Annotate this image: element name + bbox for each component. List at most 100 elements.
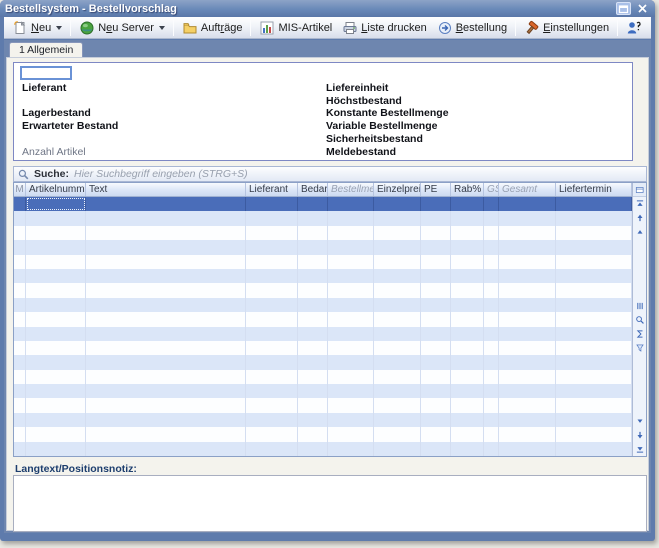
search-bar[interactable]: Suche: Hier Suchbegriff eingeben (STRG+S…: [13, 166, 647, 182]
toolbar-button-mis-artikel[interactable]: MIS-Artikel: [254, 18, 337, 37]
dropdown-caret-icon[interactable]: [56, 26, 62, 30]
grid-cell: [298, 226, 328, 240]
toolbar-button-neu-server[interactable]: Neu Server: [74, 18, 170, 37]
table-row[interactable]: [14, 298, 632, 312]
column-header-gs[interactable]: GS: [484, 183, 499, 196]
table-row[interactable]: [14, 398, 632, 412]
table-row[interactable]: [14, 442, 632, 456]
grid-cell: [421, 255, 451, 269]
table-row[interactable]: [14, 283, 632, 297]
filter-button[interactable]: [634, 342, 646, 354]
grid-header: MArtikelnummerTextLieferantBedarfBestell…: [14, 183, 632, 197]
table-row[interactable]: [14, 427, 632, 441]
table-row[interactable]: [14, 355, 632, 369]
toolbar-button-label: Neu: [31, 22, 51, 34]
grid-cell: [451, 240, 484, 254]
toolbar-button-einstellungen[interactable]: Einstellungen: [519, 18, 614, 37]
grid-cell: [328, 298, 374, 312]
notes-textarea[interactable]: [13, 475, 647, 532]
table-row[interactable]: [14, 413, 632, 427]
grid-cell: [556, 341, 632, 355]
toolbar-button-auftraege[interactable]: Aufträge: [177, 18, 248, 37]
form-label-sicherheitsbestand: Sicherheitsbestand: [326, 133, 423, 145]
title-bar: Bestellsystem - Bestellvorschlag: [0, 0, 655, 17]
table-row[interactable]: [14, 269, 632, 283]
grid-cell: [499, 384, 556, 398]
grid-cell: [484, 312, 499, 326]
table-row[interactable]: [14, 384, 632, 398]
table-row[interactable]: [14, 240, 632, 254]
close-button[interactable]: [635, 2, 650, 15]
grid-cell: [484, 327, 499, 341]
grid-cell: [484, 427, 499, 441]
column-header-lieferant[interactable]: Lieferant: [246, 183, 298, 196]
grid-cell: [86, 226, 246, 240]
column-header-text[interactable]: Text: [86, 183, 246, 196]
go-first-row-button[interactable]: [634, 198, 646, 210]
table-row[interactable]: [14, 226, 632, 240]
chart-icon: [259, 20, 275, 36]
page-down-button[interactable]: [634, 429, 646, 441]
table-row[interactable]: [14, 211, 632, 225]
grid-search-icon: [635, 315, 645, 325]
go-last-row-button[interactable]: [634, 443, 646, 455]
table-row[interactable]: [14, 312, 632, 326]
column-header-gesamt[interactable]: Gesamt: [499, 183, 556, 196]
toolbar-button-label: Bestellung: [456, 22, 507, 34]
column-header-bestellmenge[interactable]: Bestellmenge: [328, 183, 374, 196]
window-title: Bestellsystem - Bestellvorschlag: [5, 3, 177, 15]
go-last-row-icon: [635, 444, 645, 454]
grid-cell: [484, 226, 499, 240]
grid-search-button[interactable]: [634, 314, 646, 326]
grid-cell: [556, 355, 632, 369]
grid-cell: [14, 341, 26, 355]
form-label-lagerbestand: Lagerbestand: [22, 107, 91, 119]
grid-cell: [14, 413, 26, 427]
column-header-rab-[interactable]: Rab%: [451, 183, 484, 196]
column-header-artikelnummer[interactable]: Artikelnummer: [26, 183, 86, 196]
toolbar-button-bestellung[interactable]: Bestellung: [432, 18, 512, 37]
column-chooser-button[interactable]: [633, 183, 646, 197]
grid-cell: [298, 442, 328, 456]
sum-button[interactable]: [634, 328, 646, 340]
grid-cell: [298, 211, 328, 225]
grid-cell: [246, 370, 298, 384]
dropdown-caret-icon[interactable]: [159, 26, 165, 30]
grid-cell: [246, 226, 298, 240]
grid-cell: [556, 312, 632, 326]
column-header-einzelpreis[interactable]: Einzelpreis: [374, 183, 421, 196]
page-up-button[interactable]: [634, 212, 646, 224]
supplier-input[interactable]: [20, 66, 72, 80]
table-row[interactable]: [14, 370, 632, 384]
table-row[interactable]: [14, 327, 632, 341]
toolbar-button-hilfe[interactable]: [621, 18, 647, 37]
grid-cell: [86, 312, 246, 326]
next-row-button[interactable]: [634, 415, 646, 427]
toolbar-button-neu[interactable]: Neu: [7, 18, 67, 37]
column-header-liefertermin[interactable]: Liefertermin: [556, 183, 632, 196]
grid-cell: [86, 211, 246, 225]
columns-icon: [635, 301, 645, 311]
column-header-pe[interactable]: PE: [421, 183, 451, 196]
grid-cell: [451, 341, 484, 355]
column-header-m[interactable]: M: [14, 183, 26, 196]
grid-cell: [484, 355, 499, 369]
restore-button[interactable]: [616, 2, 631, 15]
columns-button[interactable]: [634, 300, 646, 312]
grid-cell: [451, 327, 484, 341]
table-row[interactable]: [14, 255, 632, 269]
grid-cell: [484, 197, 499, 211]
toolbar-button-liste-drucken[interactable]: Liste drucken: [337, 18, 431, 37]
grid-cell: [14, 427, 26, 441]
table-row[interactable]: [14, 341, 632, 355]
tab-page-allgemein: LieferantLagerbestandErwarteter BestandA…: [6, 57, 649, 531]
grid-cell: [26, 226, 86, 240]
grid-cell: [86, 370, 246, 384]
table-row-selected[interactable]: [14, 197, 632, 211]
tab-allgemein[interactable]: 1 Allgemein: [9, 42, 83, 57]
grid-cell: [556, 327, 632, 341]
grid-cell: [499, 398, 556, 412]
grid-cell: [374, 283, 421, 297]
column-header-bedarf[interactable]: Bedarf: [298, 183, 328, 196]
prev-row-button[interactable]: [634, 226, 646, 238]
